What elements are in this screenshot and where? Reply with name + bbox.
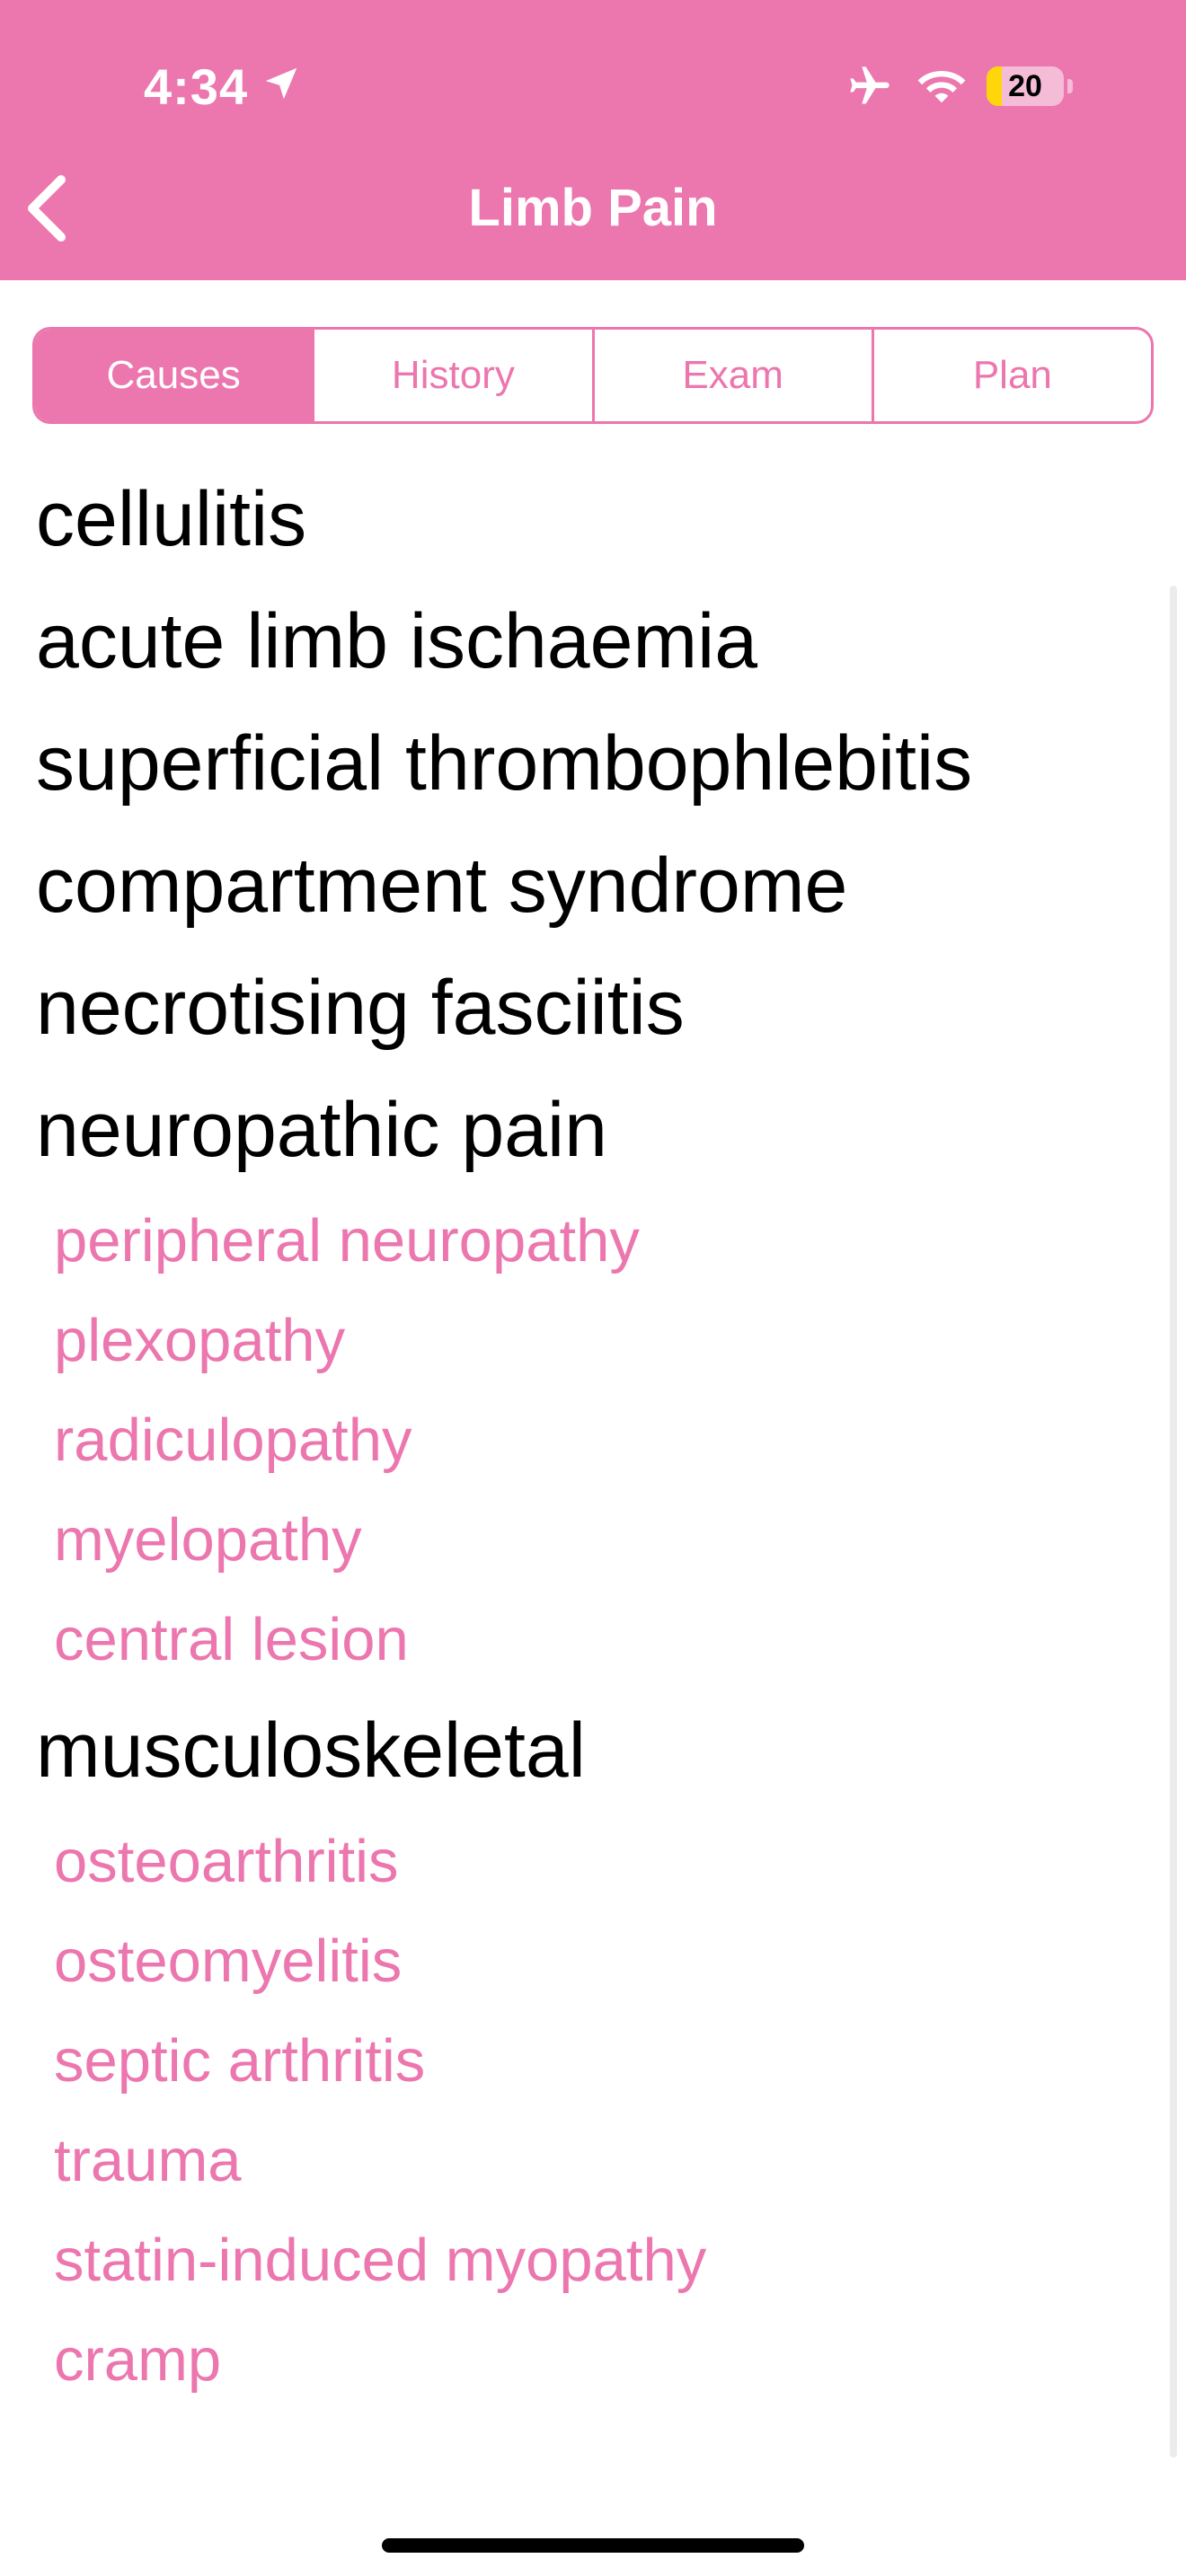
tab-plan[interactable]: Plan — [871, 330, 1151, 421]
segmented-control: Causes History Exam Plan — [32, 327, 1154, 424]
cause-link[interactable]: osteoarthritis — [0, 1812, 1168, 1911]
causes-list: cellulitis acute limb ischaemia superficia… — [0, 458, 1168, 2410]
cause-heading: cellulitis — [36, 476, 307, 562]
cause-link[interactable]: plexopathy — [0, 1291, 1168, 1390]
cause-link[interactable]: septic arthritis — [0, 2011, 1168, 2111]
cause-link[interactable]: osteomyelitis — [0, 1911, 1168, 2011]
cause-heading: superficial thrombophlebitis — [36, 720, 973, 807]
scrollbar[interactable] — [1170, 586, 1177, 2457]
tab-causes[interactable]: Causes — [35, 330, 313, 421]
cause-heading: compartment syndrome — [36, 842, 848, 929]
wifi-icon — [917, 71, 966, 103]
cause-link[interactable]: radiculopathy — [0, 1390, 1168, 1490]
cause-heading: acute limb ischaemia — [36, 598, 758, 684]
battery-cap — [1067, 79, 1073, 93]
header-bar: 4:34 20 Limb Pain — [0, 0, 1186, 280]
cause-link[interactable]: peripheral neuropathy — [0, 1191, 1168, 1291]
battery-icon: 20 — [987, 66, 1064, 106]
cause-heading: necrotising fasciitis — [36, 965, 685, 1051]
battery-level: 20 — [1008, 69, 1042, 103]
cause-link[interactable]: statin-induced myopathy — [0, 2210, 1168, 2310]
app-screen: 4:34 20 Limb Pain Causes History Exam Pl… — [0, 0, 1186, 2576]
cause-link[interactable]: myelopathy — [0, 1490, 1168, 1590]
airplane-icon — [850, 66, 890, 104]
tab-exam[interactable]: Exam — [591, 330, 872, 421]
page-title: Limb Pain — [468, 179, 718, 237]
cause-heading: musculoskeletal — [36, 1707, 586, 1794]
cause-link[interactable]: trauma — [0, 2111, 1168, 2210]
tab-history[interactable]: History — [312, 330, 591, 421]
location-arrow-icon — [265, 67, 297, 100]
cause-heading: neuropathic pain — [36, 1087, 607, 1173]
home-indicator[interactable] — [382, 2538, 804, 2553]
cause-link[interactable]: cramp — [0, 2310, 1168, 2410]
status-time: 4:34 — [144, 58, 249, 115]
cause-link[interactable]: central lesion — [0, 1590, 1168, 1689]
